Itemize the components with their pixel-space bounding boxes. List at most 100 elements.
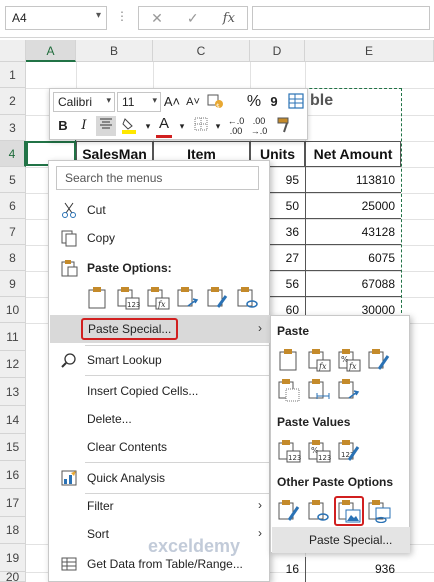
enter-check-icon[interactable]: ✓ <box>187 10 199 27</box>
fill-color-icon[interactable] <box>119 116 139 136</box>
paste-formatting-icon[interactable] <box>277 499 301 523</box>
align-center-icon[interactable] <box>96 116 116 136</box>
paste-values-icon[interactable]: 123 <box>116 286 140 310</box>
name-box[interactable]: A4 ▾ <box>5 6 107 30</box>
menu-item-label: Delete... <box>87 412 132 426</box>
keep-source-formatting-icon[interactable] <box>367 348 391 372</box>
italic-icon[interactable]: I <box>74 116 94 136</box>
row-header-5[interactable]: 5 <box>0 167 26 193</box>
paste-transpose-icon[interactable] <box>337 378 361 402</box>
keep-column-widths-icon[interactable] <box>307 378 331 402</box>
chevron-down-icon[interactable]: ▾ <box>172 116 192 136</box>
font-color-icon[interactable]: A <box>154 114 174 134</box>
row-header-1[interactable]: 1 <box>0 62 26 88</box>
decrease-decimal-icon[interactable]: .00 →.0 <box>249 116 269 136</box>
row-header-6[interactable]: 6 <box>0 193 26 219</box>
paste-icon[interactable] <box>277 348 301 372</box>
values-number-format-icon[interactable]: % 123 <box>307 439 331 463</box>
paste-formulas-icon[interactable]: fx <box>307 348 331 372</box>
paste-link-icon[interactable] <box>307 499 331 523</box>
row-header-2[interactable]: 2 <box>0 88 26 115</box>
col-header-e[interactable]: E <box>305 40 434 62</box>
menu-item-label: Paste Options: <box>87 261 172 275</box>
decrease-font-icon[interactable]: A˅ <box>183 92 203 112</box>
paste-formulas-icon[interactable]: fx <box>146 286 170 310</box>
chevron-down-icon[interactable]: ▾ <box>208 116 228 136</box>
paste-formatting-icon[interactable] <box>206 286 230 310</box>
more-dots-icon[interactable]: ⋮ <box>116 9 128 23</box>
svg-text:123: 123 <box>288 454 301 462</box>
comma-style-icon[interactable]: 9 <box>264 92 284 112</box>
insert-function-icon[interactable]: fx <box>223 11 235 26</box>
paste-icon[interactable] <box>86 286 110 310</box>
row-header-11[interactable]: 11 <box>0 323 26 351</box>
percent-style-icon[interactable]: % <box>244 92 264 112</box>
col-header-b[interactable]: B <box>76 40 153 62</box>
format-table-icon[interactable] <box>286 92 306 112</box>
col-header-c[interactable]: C <box>153 40 250 62</box>
context-menu: Search the menus Cut Copy Paste Options:… <box>48 160 270 582</box>
submenu-paste-special-item[interactable]: Paste Special... <box>272 527 410 553</box>
copy-icon <box>60 229 78 247</box>
menu-item-cut[interactable]: Cut <box>50 196 270 224</box>
svg-text:fx: fx <box>348 362 357 371</box>
no-borders-icon[interactable] <box>277 378 301 402</box>
chevron-down-icon: ▾ <box>152 95 157 105</box>
menu-item-delete[interactable]: Delete... <box>50 405 270 433</box>
menu-item-paste-special[interactable]: Paste Special... › <box>50 315 270 343</box>
paste-transpose-icon[interactable] <box>176 286 200 310</box>
values-source-formatting-icon[interactable]: 123 <box>337 439 361 463</box>
format-painter-icon[interactable] <box>274 116 294 136</box>
menu-item-filter[interactable]: Filter › <box>50 492 270 520</box>
scissors-icon <box>60 201 78 219</box>
menu-item-quick-analysis[interactable]: Quick Analysis <box>50 464 270 492</box>
menu-item-clear-contents[interactable]: Clear Contents <box>50 433 270 461</box>
menu-item-insert-copied-cells[interactable]: Insert Copied Cells... <box>50 377 270 405</box>
watermark-logo: exceldemy <box>148 536 240 557</box>
col-header-a[interactable]: A <box>26 40 76 62</box>
formula-input[interactable] <box>252 6 430 30</box>
row-header-3[interactable]: 3 <box>0 115 26 141</box>
row-header-10[interactable]: 10 <box>0 297 26 323</box>
picture-icon[interactable] <box>334 496 364 526</box>
paste-formulas-number-format-icon[interactable]: % fx <box>337 348 361 372</box>
chevron-down-icon[interactable]: ▾ <box>96 10 101 21</box>
row-header-9[interactable]: 9 <box>0 271 26 297</box>
row-header-16[interactable]: 16 <box>0 461 26 489</box>
row-header-20[interactable]: 20 <box>0 572 26 582</box>
font-size-dropdown[interactable]: 11 ▾ <box>117 92 161 112</box>
menu-divider <box>85 375 269 376</box>
row-header-13[interactable]: 13 <box>0 378 26 406</box>
chevron-down-icon: ▾ <box>106 95 111 105</box>
increase-font-icon[interactable]: A˄ <box>162 92 182 112</box>
menu-search-input[interactable]: Search the menus <box>56 166 259 190</box>
menu-item-smart-lookup[interactable]: Smart Lookup <box>50 346 270 374</box>
row-header-14[interactable]: 14 <box>0 406 26 434</box>
increase-decimal-icon[interactable]: ←.0.00 <box>226 116 246 136</box>
table-cell-amount[interactable]: 936 <box>305 557 401 582</box>
font-name-dropdown[interactable]: Calibri ▾ <box>53 92 115 112</box>
col-header-d[interactable]: D <box>250 40 305 62</box>
search-icon <box>60 351 78 369</box>
linked-picture-icon[interactable] <box>367 499 391 524</box>
menu-item-label: Cut <box>87 203 106 217</box>
row-header-15[interactable]: 15 <box>0 434 26 461</box>
accounting-format-icon[interactable]: $ <box>206 92 226 112</box>
row-header-12[interactable]: 12 <box>0 351 26 378</box>
paste-values-icon[interactable]: 123 <box>277 439 301 463</box>
select-all-corner[interactable] <box>0 40 26 62</box>
row-header-18[interactable]: 18 <box>0 517 26 544</box>
row-header-17[interactable]: 17 <box>0 489 26 517</box>
row-header-8[interactable]: 8 <box>0 245 26 271</box>
clipboard-icon <box>60 259 78 277</box>
row-header-19[interactable]: 19 <box>0 544 26 572</box>
svg-text:fx: fx <box>157 300 166 309</box>
paste-options-header: Paste Options: <box>50 254 270 282</box>
cancel-icon[interactable]: ✕ <box>151 10 163 27</box>
row-header-7[interactable]: 7 <box>0 219 26 245</box>
menu-item-label: Copy <box>87 231 116 245</box>
bold-icon[interactable]: B <box>53 116 73 136</box>
paste-link-icon[interactable] <box>236 286 260 310</box>
menu-item-copy[interactable]: Copy <box>50 224 270 252</box>
row-header-4[interactable]: 4 <box>0 141 26 167</box>
